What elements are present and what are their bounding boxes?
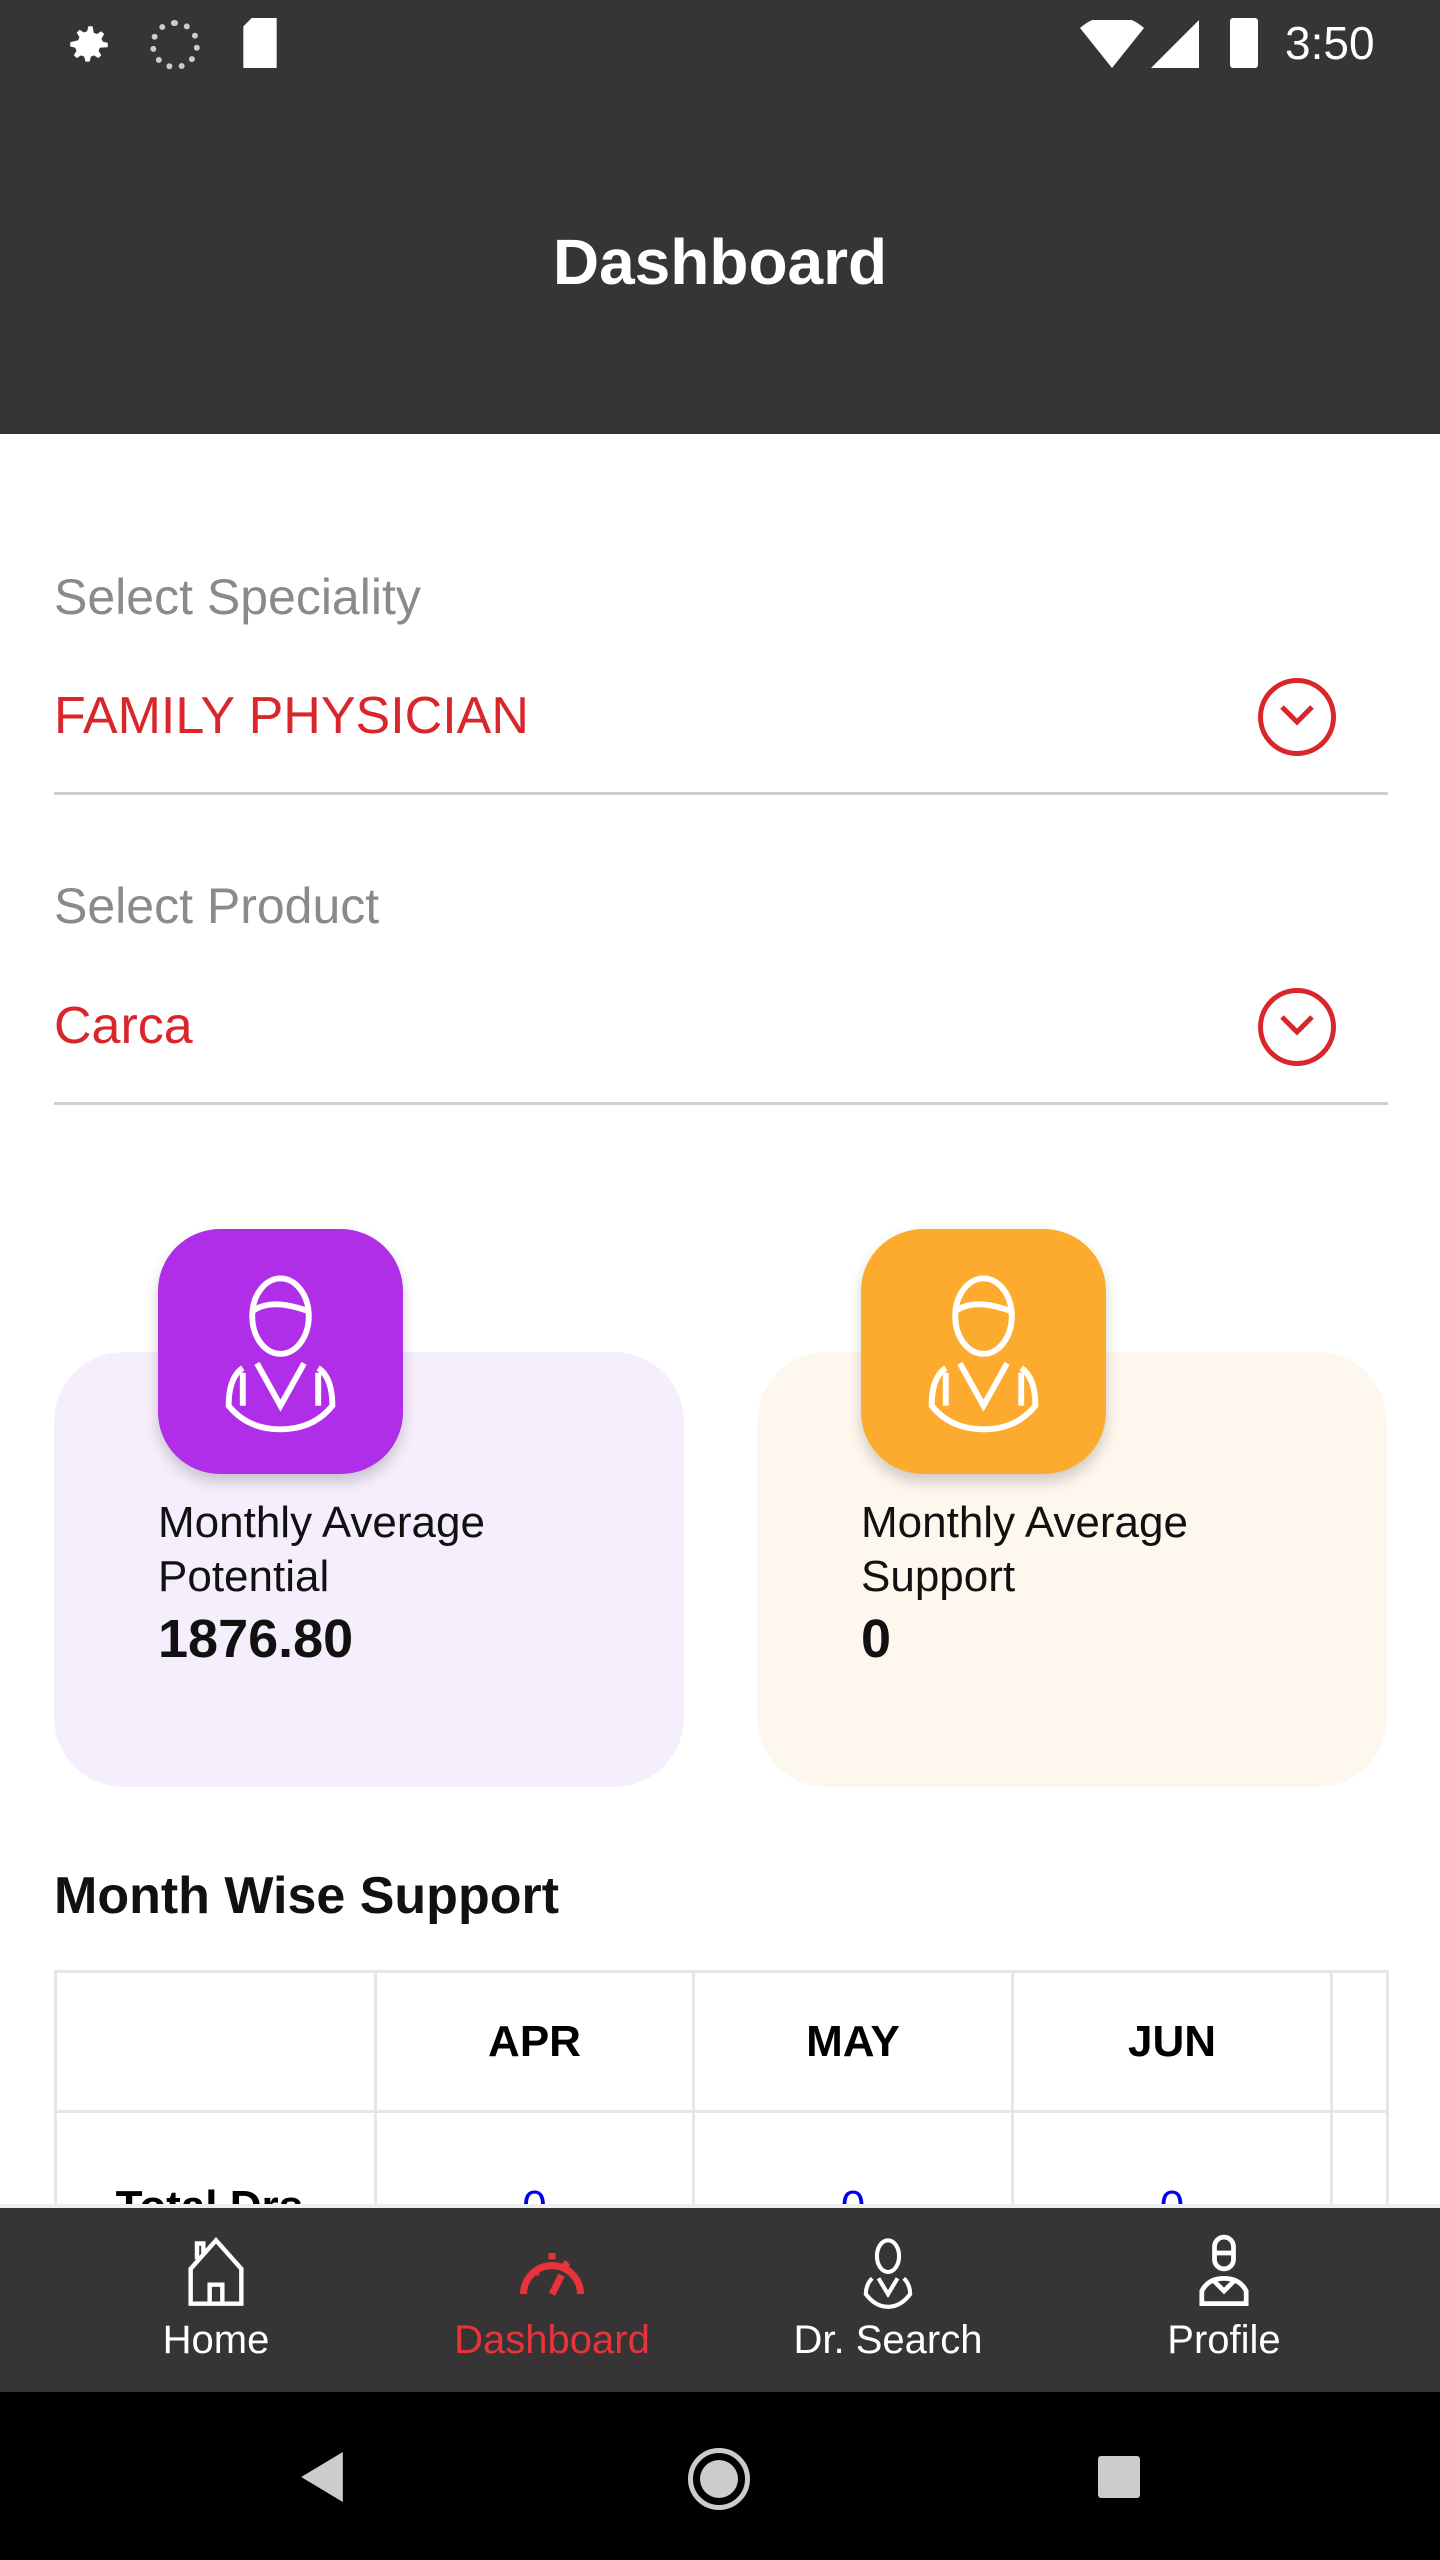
card-title: Monthly Average [158, 1498, 485, 1547]
doctor-icon [863, 2238, 913, 2309]
signal-icon [1151, 20, 1199, 68]
status-bar: 3:50 [0, 0, 1440, 90]
recents-icon[interactable] [1098, 2456, 1140, 2498]
divider [54, 1102, 1388, 1105]
profile-icon [1199, 2234, 1249, 2307]
table-header: JUN [1011, 1970, 1333, 2113]
nav-dashboard[interactable]: Dashboard [384, 2234, 720, 2363]
card-title: Support [861, 1552, 1016, 1601]
gear-icon [70, 26, 108, 62]
nav-label: Dr. Search [793, 2318, 983, 2362]
doctor-icon [225, 1275, 336, 1433]
system-nav-bar [0, 2392, 1440, 2560]
product-select[interactable]: Carca [54, 996, 193, 1056]
nav-label: Dashboard [454, 2318, 650, 2362]
nav-label: Profile [1167, 2318, 1281, 2362]
clock: 3:50 [1285, 17, 1375, 69]
table-header: MAY [692, 1970, 1014, 2113]
chevron-down-icon[interactable] [1258, 988, 1336, 1066]
nav-home[interactable]: Home [48, 2234, 384, 2363]
nav-profile[interactable]: Profile [1056, 2234, 1392, 2363]
product-label: Select Product [54, 878, 380, 934]
battery-icon [1230, 18, 1258, 68]
support-icon-box [861, 1229, 1106, 1474]
back-icon[interactable] [300, 2452, 344, 2502]
support-value: 0 [861, 1609, 892, 1669]
nav-label: Home [162, 2318, 270, 2362]
table-header [54, 1970, 377, 2113]
potential-icon-box [158, 1229, 403, 1474]
nav-dr-search[interactable]: Dr. Search [720, 2234, 1056, 2363]
loading-icon [150, 20, 200, 70]
speciality-label: Select Speciality [54, 569, 421, 625]
page-title: Dashboard [552, 226, 888, 298]
card-title: Monthly Average [861, 1498, 1188, 1547]
speedometer-icon [520, 2253, 584, 2296]
potential-value: 1876.80 [158, 1609, 354, 1669]
card-title: Potential [158, 1552, 330, 1601]
speciality-select[interactable]: FAMILY PHYSICIAN [54, 686, 529, 746]
bottom-nav: Home Dashboard Dr. Search Profile [0, 2204, 1440, 2392]
divider [54, 792, 1388, 795]
sd-card-icon [243, 18, 277, 68]
wifi-icon [1080, 20, 1144, 68]
doctor-icon [928, 1275, 1039, 1433]
home-button[interactable] [688, 2448, 750, 2510]
chevron-down-icon[interactable] [1258, 678, 1336, 756]
home-icon [188, 2236, 244, 2306]
table-header: APR [374, 1970, 695, 2113]
section-title: Month Wise Support [54, 1867, 560, 1925]
